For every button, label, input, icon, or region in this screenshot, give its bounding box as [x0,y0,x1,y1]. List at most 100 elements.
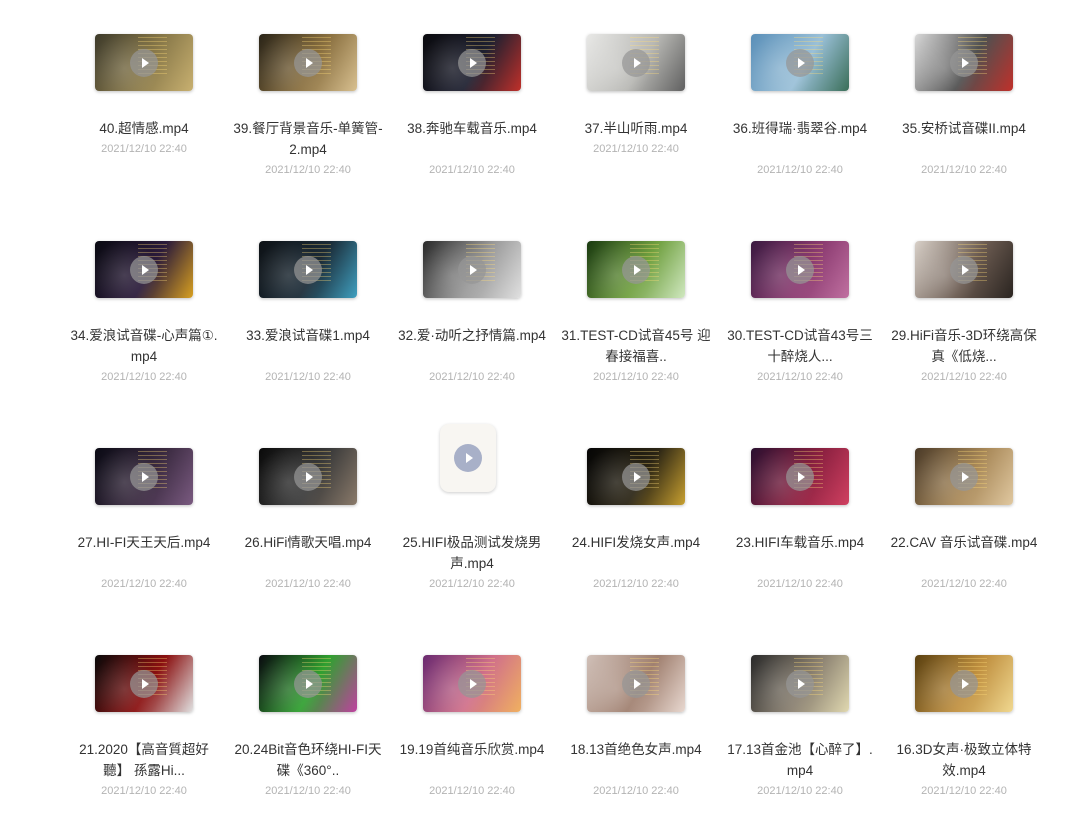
file-name[interactable]: 27.HI-FI天王天后.mp4 [68,532,220,553]
play-icon[interactable] [786,462,814,491]
file-tile[interactable]: 30.TEST-CD试音43号三十醉烧人... 2021/12/10 22:40 [718,207,882,414]
file-tile[interactable]: 29.HiFi音乐-3D环绕高保真《低烧... 2021/12/10 22:40 [882,207,1046,414]
play-icon[interactable] [294,255,322,284]
play-icon[interactable] [458,48,486,77]
file-date: 2021/12/10 22:40 [593,371,679,383]
file-name[interactable]: 23.HIFI车载音乐.mp4 [724,532,876,553]
video-thumbnail[interactable] [915,448,1013,505]
file-tile[interactable]: 23.HIFI车载音乐.mp4 2021/12/10 22:40 [718,414,882,621]
play-icon[interactable] [622,48,650,77]
play-icon[interactable] [786,48,814,77]
file-tile[interactable]: 19.19首纯音乐欣赏.mp4 2021/12/10 22:40 [390,621,554,828]
file-tile[interactable]: 39.餐厅背景音乐-单簧管-2.mp4 2021/12/10 22:40 [226,0,390,207]
file-tile[interactable]: 24.HIFI发烧女声.mp4 2021/12/10 22:40 [554,414,718,621]
video-thumbnail[interactable] [751,241,849,298]
video-thumbnail[interactable] [587,241,685,298]
file-name[interactable]: 25.HIFI极品测试发烧男声.mp4 [396,532,548,574]
file-tile[interactable]: 33.爱浪试音碟1.mp4 2021/12/10 22:40 [226,207,390,414]
file-tile[interactable]: 18.13首绝色女声.mp4 2021/12/10 22:40 [554,621,718,828]
file-tile[interactable]: 20.24Bit音色环绕HI-FI天碟《360°.. 2021/12/10 22:… [226,621,390,828]
file-tile[interactable]: 38.奔驰车载音乐.mp4 2021/12/10 22:40 [390,0,554,207]
file-name[interactable]: 16.3D女声·极致立体特效.mp4 [888,739,1040,781]
video-thumbnail[interactable] [95,34,193,91]
file-tile[interactable]: 40.超情感.mp4 2021/12/10 22:40 [62,0,226,207]
video-thumbnail[interactable] [587,448,685,505]
play-icon[interactable] [622,462,650,491]
file-name[interactable]: 33.爱浪试音碟1.mp4 [232,325,384,346]
file-date: 2021/12/10 22:40 [757,164,843,176]
play-icon[interactable] [622,255,650,284]
video-thumbnail[interactable] [259,34,357,91]
play-icon[interactable] [950,48,978,77]
video-thumbnail[interactable] [751,448,849,505]
video-thumbnail[interactable] [259,448,357,505]
file-name[interactable]: 30.TEST-CD试音43号三十醉烧人... [724,325,876,367]
video-thumbnail[interactable] [95,241,193,298]
video-thumbnail[interactable] [423,241,521,298]
file-name[interactable]: 19.19首纯音乐欣赏.mp4 [396,739,548,760]
file-tile[interactable]: 25.HIFI极品测试发烧男声.mp4 2021/12/10 22:40 [390,414,554,621]
file-name[interactable]: 29.HiFi音乐-3D环绕高保真《低烧... [888,325,1040,367]
file-name[interactable]: 26.HiFi情歌天唱.mp4 [232,532,384,553]
play-icon[interactable] [950,255,978,284]
file-tile[interactable]: 16.3D女声·极致立体特效.mp4 2021/12/10 22:40 [882,621,1046,828]
play-icon[interactable] [786,255,814,284]
file-name[interactable]: 35.安桥试音碟II.mp4 [888,118,1040,139]
file-tile[interactable]: 17.13首金池【心醉了】.mp4 2021/12/10 22:40 [718,621,882,828]
play-icon[interactable] [130,255,158,284]
file-name[interactable]: 37.半山听雨.mp4 [560,118,712,139]
play-icon[interactable] [458,669,486,698]
file-name[interactable]: 38.奔驰车载音乐.mp4 [396,118,548,139]
file-tile[interactable]: 34.爱浪试音碟-心声篇①.mp4 2021/12/10 22:40 [62,207,226,414]
video-thumbnail[interactable] [423,655,521,712]
file-name[interactable]: 39.餐厅背景音乐-单簧管-2.mp4 [232,118,384,160]
video-thumbnail[interactable] [259,655,357,712]
file-name[interactable]: 20.24Bit音色环绕HI-FI天碟《360°.. [232,739,384,781]
file-name[interactable]: 32.爱·动听之抒情篇.mp4 [396,325,548,346]
play-icon[interactable] [294,48,322,77]
play-icon[interactable] [622,669,650,698]
file-name[interactable]: 24.HIFI发烧女声.mp4 [560,532,712,553]
video-thumbnail[interactable] [587,655,685,712]
play-icon[interactable] [458,255,486,284]
file-name[interactable]: 17.13首金池【心醉了】.mp4 [724,739,876,781]
video-thumbnail[interactable] [423,34,521,91]
file-tile[interactable]: 31.TEST-CD试音45号 迎春接福喜.. 2021/12/10 22:40 [554,207,718,414]
file-name[interactable]: 36.班得瑞·翡翠谷.mp4 [724,118,876,139]
video-thumbnail[interactable] [440,424,496,492]
play-icon[interactable] [294,462,322,491]
file-name[interactable]: 18.13首绝色女声.mp4 [560,739,712,760]
file-tile[interactable]: 21.2020【高音質超好聽】 孫露Hi... 2021/12/10 22:40 [62,621,226,828]
play-icon[interactable] [950,462,978,491]
file-date: 2021/12/10 22:40 [921,371,1007,383]
video-thumbnail[interactable] [915,241,1013,298]
file-tile[interactable]: 35.安桥试音碟II.mp4 2021/12/10 22:40 [882,0,1046,207]
file-name[interactable]: 31.TEST-CD试音45号 迎春接福喜.. [560,325,712,367]
play-icon[interactable] [454,444,482,472]
play-icon[interactable] [130,48,158,77]
file-tile[interactable]: 36.班得瑞·翡翠谷.mp4 2021/12/10 22:40 [718,0,882,207]
video-thumbnail[interactable] [95,448,193,505]
file-name[interactable]: 40.超情感.mp4 [68,118,220,139]
video-thumbnail[interactable] [915,655,1013,712]
video-thumbnail[interactable] [95,655,193,712]
video-thumbnail[interactable] [915,34,1013,91]
file-tile[interactable]: 32.爱·动听之抒情篇.mp4 2021/12/10 22:40 [390,207,554,414]
file-name[interactable]: 22.CAV 音乐试音碟.mp4 [888,532,1040,553]
file-tile[interactable]: 26.HiFi情歌天唱.mp4 2021/12/10 22:40 [226,414,390,621]
play-icon[interactable] [786,669,814,698]
video-thumbnail[interactable] [259,241,357,298]
play-icon[interactable] [130,669,158,698]
play-icon[interactable] [950,669,978,698]
file-date: 2021/12/10 22:40 [593,578,679,590]
file-name[interactable]: 34.爱浪试音碟-心声篇①.mp4 [68,325,220,367]
play-icon[interactable] [294,669,322,698]
file-name[interactable]: 21.2020【高音質超好聽】 孫露Hi... [68,739,220,781]
file-tile[interactable]: 27.HI-FI天王天后.mp4 2021/12/10 22:40 [62,414,226,621]
video-thumbnail[interactable] [751,655,849,712]
video-thumbnail[interactable] [587,34,685,91]
video-thumbnail[interactable] [751,34,849,91]
file-tile[interactable]: 22.CAV 音乐试音碟.mp4 2021/12/10 22:40 [882,414,1046,621]
file-tile[interactable]: 37.半山听雨.mp4 2021/12/10 22:40 [554,0,718,207]
play-icon[interactable] [130,462,158,491]
